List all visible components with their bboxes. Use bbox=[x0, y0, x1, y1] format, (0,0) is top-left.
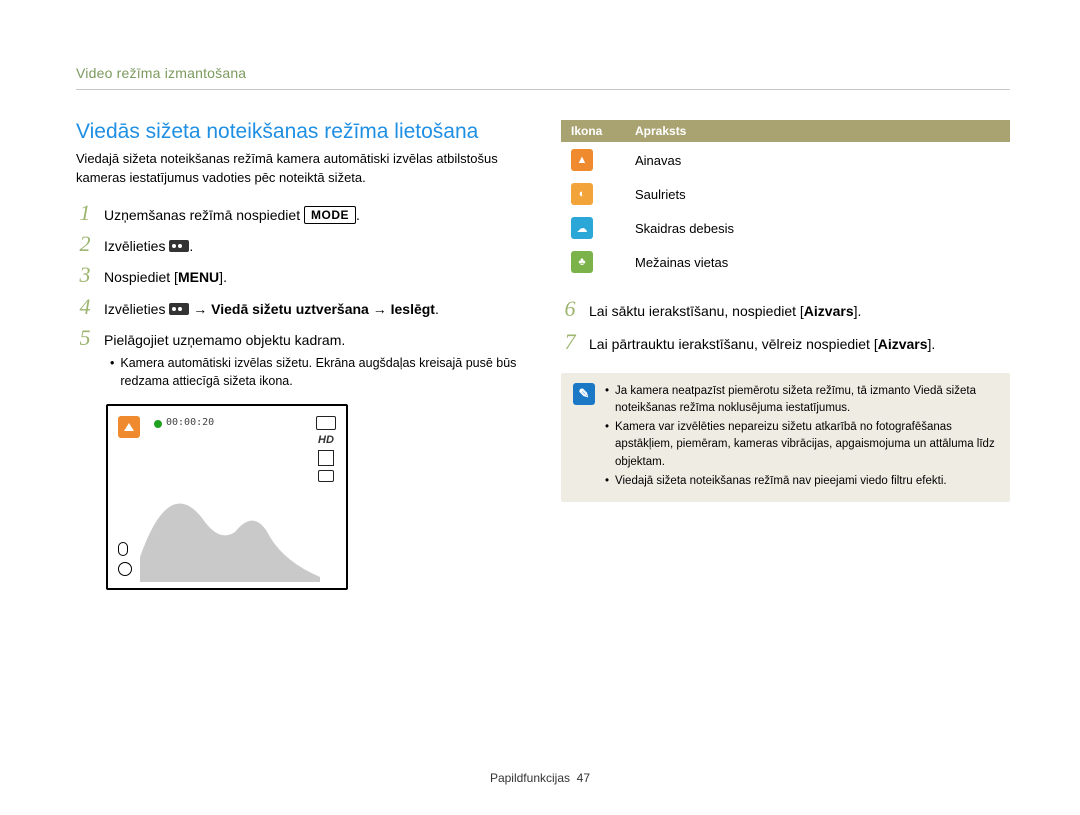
table-row: ♣ Mežainas vietas bbox=[561, 245, 1010, 279]
step-number: 5 bbox=[76, 327, 94, 349]
step-5-sub-text: Kamera automātiski izvēlas sižetu. Ekrān… bbox=[120, 354, 525, 390]
step-2-text: Izvēlieties bbox=[104, 238, 169, 254]
step-1-text-post: . bbox=[356, 207, 360, 223]
note-item: Viedajā sižeta noteikšanas režīmā nav pi… bbox=[615, 473, 947, 490]
info-icon: ✎ bbox=[573, 383, 595, 405]
note-box: ✎ Ja kamera neatpazīst piemērotu sižeta … bbox=[561, 373, 1010, 503]
step-3: 3 Nospiediet [MENU]. bbox=[76, 264, 525, 287]
mountains-graphic bbox=[140, 462, 320, 582]
step-5: 5 Pielāgojiet uzņemamo objektu kadram. bbox=[76, 327, 525, 350]
footer-section: Papildfunkcijas bbox=[490, 771, 570, 785]
battery-icon bbox=[316, 416, 336, 430]
note-item: Ja kamera neatpazīst piemērotu sižeta re… bbox=[615, 383, 998, 418]
stabilizer-icon bbox=[118, 562, 132, 576]
mode-button-label: MODE bbox=[304, 206, 356, 224]
scene-icon-table: Ikona Apraksts ▲ Ainavas ◐ Saulriets ☁ S… bbox=[561, 120, 1010, 280]
step-number: 2 bbox=[76, 233, 94, 255]
hd-label: HD bbox=[318, 434, 334, 446]
step-number: 3 bbox=[76, 264, 94, 286]
table-header-icon: Ikona bbox=[561, 120, 625, 143]
step-3-text-post: . bbox=[223, 269, 227, 285]
step-5-text: Pielāgojiet uzņemamo objektu kadram. bbox=[104, 327, 345, 350]
timecode: 00:00:20 bbox=[166, 417, 214, 428]
table-cell: Ainavas bbox=[625, 143, 1010, 177]
video-mode-icon bbox=[169, 303, 189, 315]
video-mode-icon bbox=[169, 240, 189, 252]
page-title: Viedās sižeta noteikšanas režīma lietoša… bbox=[76, 120, 525, 144]
aspect-icon bbox=[318, 470, 334, 482]
step-7-pre: Lai pārtrauktu ierakstīšanu, vēlreiz nos… bbox=[589, 336, 878, 352]
step-6-pre: Lai sāktu ierakstīšanu, nospiediet [ bbox=[589, 303, 804, 319]
intro-text: Viedajā sižeta noteikšanas režīmā kamera… bbox=[76, 150, 525, 188]
step-number: 1 bbox=[76, 202, 94, 224]
breadcrumb: Video režīma izmantošana bbox=[76, 65, 1010, 90]
step-7: 7 Lai pārtrauktu ierakstīšanu, vēlreiz n… bbox=[561, 331, 1010, 354]
forest-icon: ♣ bbox=[571, 251, 593, 273]
step-5-sub: Kamera automātiski izvēlas sižetu. Ekrān… bbox=[110, 354, 525, 390]
footer-page: 47 bbox=[577, 771, 590, 785]
scene-landscape-icon bbox=[118, 416, 140, 438]
sunset-icon: ◐ bbox=[571, 183, 593, 205]
table-cell: Skaidras debesis bbox=[625, 211, 1010, 245]
shutter-label: Aizvars bbox=[804, 303, 854, 319]
step-6: 6 Lai sāktu ierakstīšanu, nospiediet [Ai… bbox=[561, 298, 1010, 321]
table-cell: Saulriets bbox=[625, 177, 1010, 211]
step-number: 4 bbox=[76, 296, 94, 318]
landscape-icon: ▲ bbox=[571, 149, 593, 171]
step-2: 2 Izvēlieties . bbox=[76, 233, 525, 256]
step-2-post: . bbox=[189, 238, 193, 254]
table-row: ◐ Saulriets bbox=[561, 177, 1010, 211]
menu-button-label: MENU bbox=[178, 269, 219, 285]
step-1: 1 Uzņemšanas režīmā nospiediet MODE. bbox=[76, 202, 525, 225]
table-header-desc: Apraksts bbox=[625, 120, 1010, 143]
table-row: ▲ Ainavas bbox=[561, 143, 1010, 177]
note-item: Kamera var izvēlēties nepareizu sižetu a… bbox=[615, 419, 998, 471]
mic-icon bbox=[118, 542, 128, 556]
step-7-post: ]. bbox=[928, 336, 936, 352]
step-4-text-pre: Izvēlieties bbox=[104, 301, 169, 317]
step-4-bold: → Viedā sižetu uztveršana → Ieslēgt bbox=[189, 301, 435, 317]
step-6-post: ]. bbox=[854, 303, 862, 319]
table-cell: Mežainas vietas bbox=[625, 245, 1010, 279]
table-row: ☁ Skaidras debesis bbox=[561, 211, 1010, 245]
step-4-post: . bbox=[435, 301, 439, 317]
storage-icon bbox=[318, 450, 334, 466]
recording-indicator-icon bbox=[154, 420, 162, 428]
step-4: 4 Izvēlieties → Viedā sižetu uztveršana … bbox=[76, 296, 525, 319]
shutter-label: Aizvars bbox=[878, 336, 928, 352]
step-3-text-pre: Nospiediet bbox=[104, 269, 174, 285]
camera-screen-preview: 00:00:20 HD bbox=[106, 404, 348, 590]
page-footer: Papildfunkcijas 47 bbox=[0, 771, 1080, 785]
left-column: Viedās sižeta noteikšanas režīma lietoša… bbox=[76, 120, 525, 590]
step-number: 7 bbox=[561, 331, 579, 353]
step-1-text-pre: Uzņemšanas režīmā nospiediet bbox=[104, 207, 304, 223]
right-column: Ikona Apraksts ▲ Ainavas ◐ Saulriets ☁ S… bbox=[561, 120, 1010, 590]
step-number: 6 bbox=[561, 298, 579, 320]
clear-sky-icon: ☁ bbox=[571, 217, 593, 239]
